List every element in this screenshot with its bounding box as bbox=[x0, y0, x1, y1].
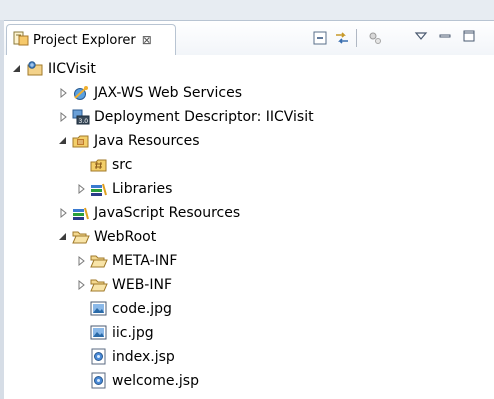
jsp-file-icon bbox=[90, 372, 108, 390]
collapsed-twisty-icon[interactable] bbox=[56, 110, 70, 124]
collapsed-twisty-icon[interactable] bbox=[74, 254, 88, 268]
tree-item[interactable]: code.jpg bbox=[88, 297, 172, 321]
minimize-icon[interactable] bbox=[436, 27, 454, 45]
folder-icon bbox=[90, 252, 108, 270]
toolbar-separator bbox=[356, 29, 357, 47]
java-resources-icon bbox=[72, 132, 90, 150]
link-with-editor-icon[interactable] bbox=[333, 29, 351, 47]
tree-item[interactable]: src bbox=[88, 153, 132, 177]
tree-item-label: META-INF bbox=[112, 253, 178, 269]
tab-project-explorer[interactable]: Project Explorer ⊠ bbox=[6, 24, 176, 55]
tree-item[interactable]: META-INF bbox=[74, 249, 177, 273]
tree-item-label: src bbox=[112, 157, 133, 173]
tree-item[interactable]: iic.jpg bbox=[88, 321, 154, 345]
tree-item-label: welcome.jsp bbox=[112, 373, 199, 389]
source-folder-icon bbox=[90, 156, 108, 174]
collapsed-twisty-icon[interactable] bbox=[56, 86, 70, 100]
close-icon[interactable]: ⊠ bbox=[142, 33, 152, 47]
tree-item-label: Libraries bbox=[112, 181, 173, 197]
project-explorer-icon bbox=[13, 30, 29, 50]
deployment-descriptor-icon: 3.0 bbox=[72, 108, 90, 126]
libraries-icon bbox=[72, 204, 90, 222]
expanded-twisty-icon[interactable] bbox=[56, 134, 70, 148]
tree-item-label: WEB-INF bbox=[112, 277, 172, 293]
svg-text:3.0: 3.0 bbox=[79, 118, 89, 125]
collapse-all-icon[interactable] bbox=[311, 29, 329, 47]
title-strip bbox=[0, 0, 494, 20]
tree-item[interactable]: index.jsp bbox=[88, 345, 175, 369]
collapsed-twisty-icon[interactable] bbox=[56, 206, 70, 220]
tree-item-label: iic.jpg bbox=[112, 325, 154, 341]
folder-open-icon bbox=[72, 228, 90, 246]
image-file-icon bbox=[90, 324, 108, 342]
project-explorer-view: Project Explorer ⊠ IICVisit JAX-WS Web S… bbox=[4, 20, 494, 399]
tree-item-label: WebRoot bbox=[94, 229, 157, 245]
tree-item-label: Deployment Descriptor: IICVisit bbox=[94, 109, 314, 125]
tree-item[interactable]: WEB-INF bbox=[74, 273, 172, 297]
expanded-twisty-icon[interactable] bbox=[56, 230, 70, 244]
tree-item-label: JavaScript Resources bbox=[94, 205, 241, 221]
tree-item[interactable]: Java Resources bbox=[56, 129, 200, 153]
tree-item-label: code.jpg bbox=[112, 301, 172, 317]
collapsed-twisty-icon[interactable] bbox=[74, 278, 88, 292]
web-services-icon bbox=[72, 84, 90, 102]
jsp-file-icon bbox=[90, 348, 108, 366]
tree-item[interactable]: WebRoot bbox=[56, 225, 156, 249]
expanded-twisty-icon[interactable] bbox=[10, 62, 24, 76]
tree-item[interactable]: JavaScript Resources bbox=[56, 201, 240, 225]
image-file-icon bbox=[90, 300, 108, 318]
folder-icon bbox=[90, 276, 108, 294]
tab-title: Project Explorer bbox=[33, 32, 136, 48]
tree-item-label: index.jsp bbox=[112, 349, 175, 365]
view-menu-icon[interactable] bbox=[412, 27, 430, 45]
collapsed-twisty-icon[interactable] bbox=[74, 182, 88, 196]
tree-item-label: IICVisit bbox=[48, 61, 96, 77]
view-tab-row: Project Explorer ⊠ bbox=[4, 21, 494, 55]
web-project-icon bbox=[26, 60, 44, 78]
tree-item-label: Java Resources bbox=[94, 133, 200, 149]
tree-item-label: JAX-WS Web Services bbox=[94, 85, 243, 101]
libraries-icon bbox=[90, 180, 108, 198]
tree-item[interactable]: Libraries bbox=[74, 177, 172, 201]
tree-item[interactable]: IICVisit bbox=[10, 57, 96, 81]
eclipse-window: Project Explorer ⊠ IICVisit JAX-WS Web S… bbox=[0, 0, 494, 399]
tree-item[interactable]: JAX-WS Web Services bbox=[56, 81, 242, 105]
tree-item[interactable]: welcome.jsp bbox=[88, 369, 199, 393]
filter-icon[interactable] bbox=[366, 29, 384, 47]
maximize-icon[interactable] bbox=[460, 27, 478, 45]
tree-item[interactable]: 3.0 Deployment Descriptor: IICVisit bbox=[56, 105, 314, 129]
